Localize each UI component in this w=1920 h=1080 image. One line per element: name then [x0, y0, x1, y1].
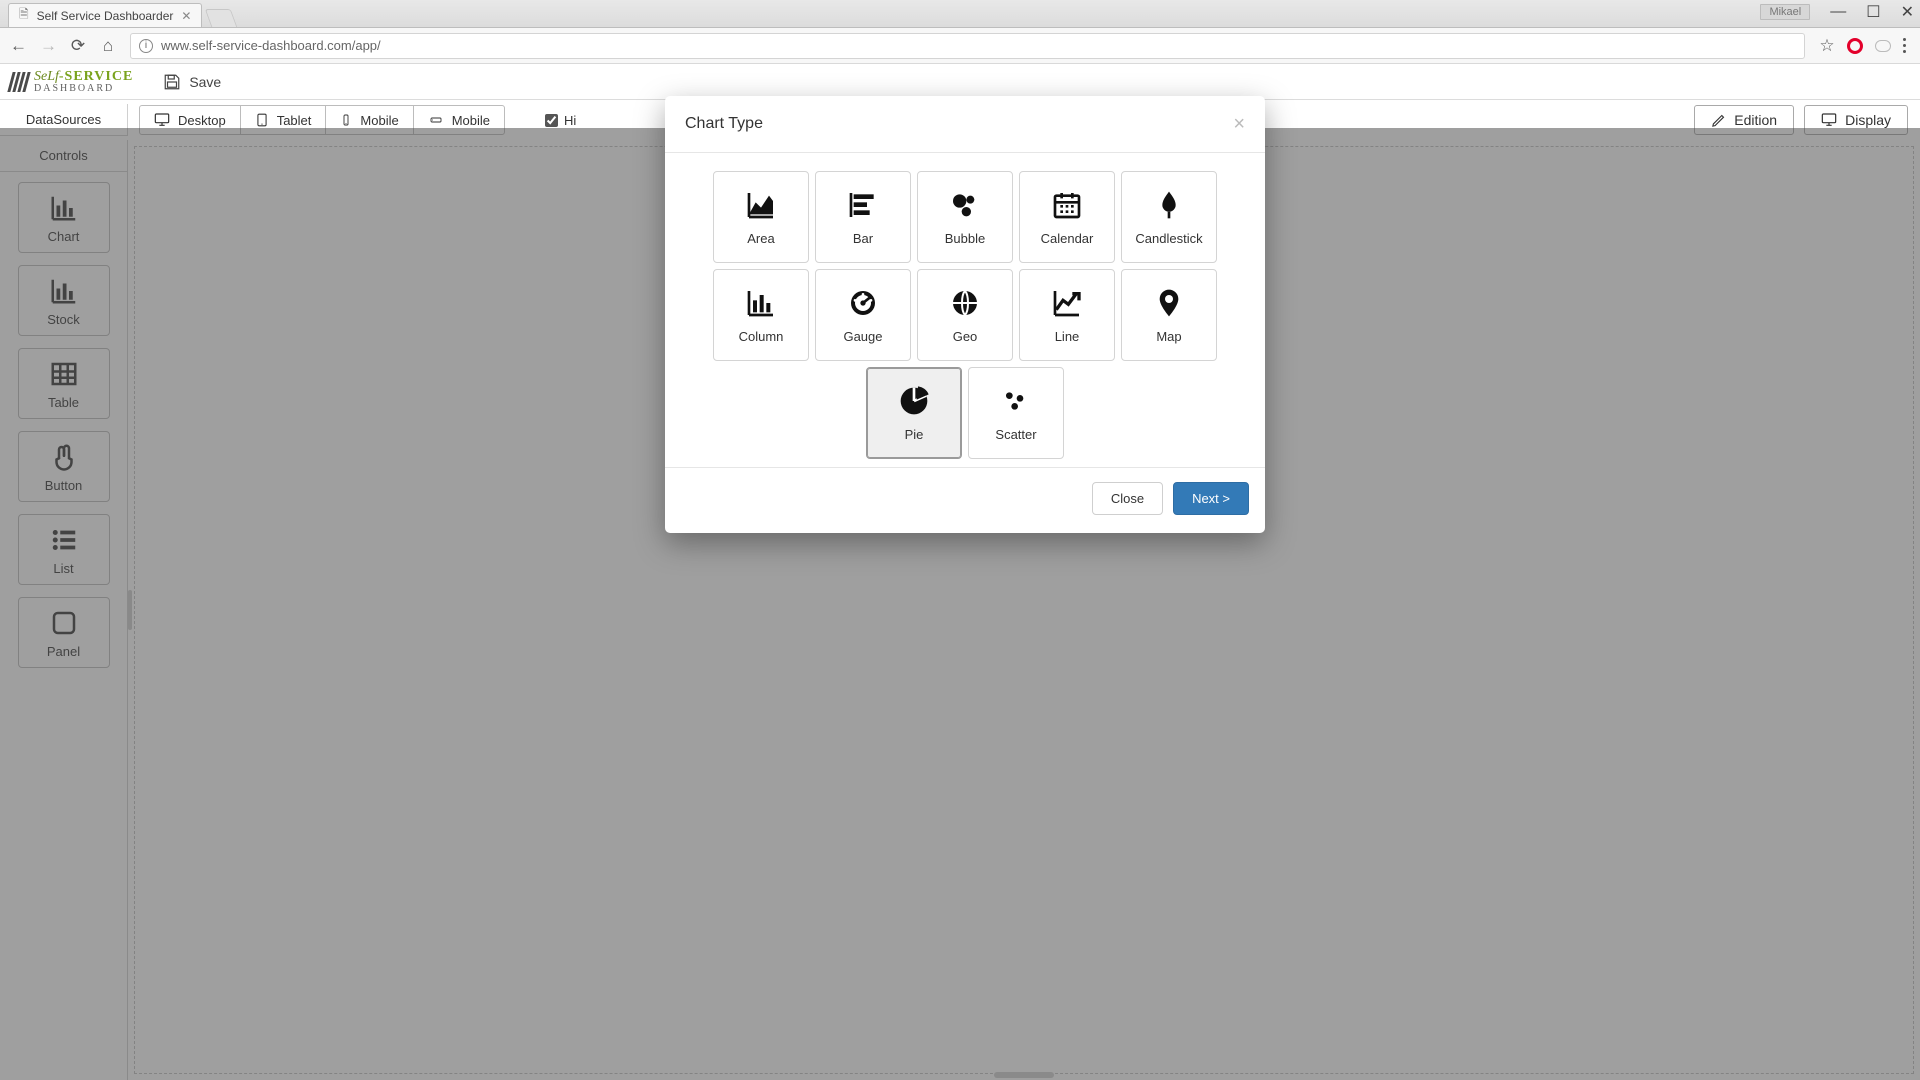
pencil-icon — [1711, 113, 1726, 128]
chart-type-label: Scatter — [995, 427, 1036, 442]
device-label: Mobile — [452, 113, 490, 128]
cloud-icon[interactable] — [1875, 40, 1891, 52]
chart-type-pie[interactable]: Pie — [866, 367, 962, 459]
window-maximize-icon[interactable]: ☐ — [1866, 2, 1880, 22]
monitor-icon — [1821, 112, 1837, 128]
page: SeLf-SERVICE DASHBOARD Save DataSources … — [0, 64, 1920, 1080]
close-button[interactable]: Close — [1092, 482, 1163, 515]
modal-title: Chart Type — [685, 115, 763, 133]
save-button[interactable]: Save — [163, 73, 221, 91]
chart-type-label: Pie — [905, 427, 924, 442]
bar-icon — [845, 189, 881, 221]
nav-reload-icon[interactable]: ⟳ — [70, 36, 86, 56]
gauge-icon — [845, 287, 881, 319]
chart-type-label: Line — [1055, 329, 1080, 344]
page-icon: 🗎 — [19, 5, 29, 26]
opera-icon[interactable] — [1847, 38, 1863, 54]
monitor-icon — [154, 112, 170, 128]
site-info-icon[interactable]: i — [139, 39, 153, 53]
chart-type-label: Geo — [953, 329, 978, 344]
brand-word-1: SeLf — [34, 69, 59, 84]
line-icon — [1049, 287, 1085, 319]
chart-type-label: Candlestick — [1135, 231, 1202, 246]
app-header: SeLf-SERVICE DASHBOARD Save — [0, 64, 1920, 100]
tablet-icon — [255, 112, 269, 128]
hide-label: Hi — [564, 113, 576, 128]
chart-type-scatter[interactable]: Scatter — [968, 367, 1064, 459]
url-text: www.self-service-dashboard.com/app/ — [161, 38, 381, 53]
chart-type-label: Bar — [853, 231, 873, 246]
window-controls: Mikael — ☐ ✕ — [1760, 2, 1914, 22]
chart-type-geo[interactable]: Geo — [917, 269, 1013, 361]
chart-type-bar[interactable]: Bar — [815, 171, 911, 263]
browser-tab[interactable]: 🗎 Self Service Dashboarder ✕ — [8, 3, 202, 27]
pie-icon — [896, 385, 932, 417]
brand-word-2: -SERVICE — [59, 69, 133, 84]
chart-type-bubble[interactable]: Bubble — [917, 171, 1013, 263]
tab-title: Self Service Dashboarder — [37, 9, 174, 23]
floppy-icon — [163, 73, 181, 91]
area-icon — [743, 189, 779, 221]
chart-type-label: Area — [747, 231, 774, 246]
calendar-icon — [1049, 189, 1085, 221]
display-label: Display — [1845, 112, 1891, 128]
chart-type-label: Column — [739, 329, 784, 344]
nav-home-icon[interactable]: ⌂ — [100, 36, 116, 56]
device-label: Mobile — [360, 113, 398, 128]
next-button[interactable]: Next > — [1173, 482, 1249, 515]
chart-type-calendar[interactable]: Calendar — [1019, 171, 1115, 263]
column-icon — [743, 287, 779, 319]
chart-type-line[interactable]: Line — [1019, 269, 1115, 361]
chart-type-label: Gauge — [843, 329, 882, 344]
scatter-icon — [998, 385, 1034, 417]
brand-subtitle: DASHBOARD — [34, 84, 133, 94]
window-minimize-icon[interactable]: — — [1830, 3, 1846, 21]
chart-type-map[interactable]: Map — [1121, 269, 1217, 361]
hide-checkbox[interactable]: Hi — [545, 113, 576, 128]
address-bar: ← → ⟳ ⌂ i www.self-service-dashboard.com… — [0, 28, 1920, 64]
chart-type-modal: Chart Type × Area Bar Bubble Calendar Candle… — [665, 96, 1265, 533]
bubble-icon — [947, 189, 983, 221]
browser-menu-icon[interactable] — [1903, 38, 1906, 53]
user-chip[interactable]: Mikael — [1760, 4, 1810, 20]
chart-type-column[interactable]: Column — [713, 269, 809, 361]
nav-back-icon[interactable]: ← — [10, 36, 26, 56]
phone-landscape-icon — [428, 114, 444, 126]
device-label: Tablet — [277, 113, 312, 128]
nav-forward-icon[interactable]: → — [40, 36, 56, 56]
tab-close-icon[interactable]: ✕ — [181, 9, 191, 23]
chart-type-gauge[interactable]: Gauge — [815, 269, 911, 361]
device-label: Desktop — [178, 113, 226, 128]
bookmark-star-icon[interactable]: ☆ — [1819, 36, 1835, 56]
candlestick-icon — [1151, 189, 1187, 221]
new-tab-button[interactable] — [205, 9, 238, 27]
chart-type-area[interactable]: Area — [713, 171, 809, 263]
chart-type-label: Bubble — [945, 231, 985, 246]
map-icon — [1151, 287, 1187, 319]
save-label: Save — [189, 74, 221, 90]
chart-type-label: Map — [1156, 329, 1181, 344]
brand-stripes-icon — [10, 72, 28, 92]
modal-close-icon[interactable]: × — [1233, 114, 1245, 134]
phone-icon — [340, 112, 352, 128]
url-input[interactable]: i www.self-service-dashboard.com/app/ — [130, 33, 1805, 59]
edition-label: Edition — [1734, 112, 1777, 128]
geo-icon — [947, 287, 983, 319]
brand-logo: SeLf-SERVICE DASHBOARD — [10, 70, 133, 94]
hide-checkbox-input[interactable] — [545, 114, 558, 127]
browser-tab-strip: 🗎 Self Service Dashboarder ✕ Mikael — ☐ … — [0, 0, 1920, 28]
chart-type-label: Calendar — [1041, 231, 1094, 246]
window-close-icon[interactable]: ✕ — [1901, 2, 1914, 22]
chart-type-candlestick[interactable]: Candlestick — [1121, 171, 1217, 263]
